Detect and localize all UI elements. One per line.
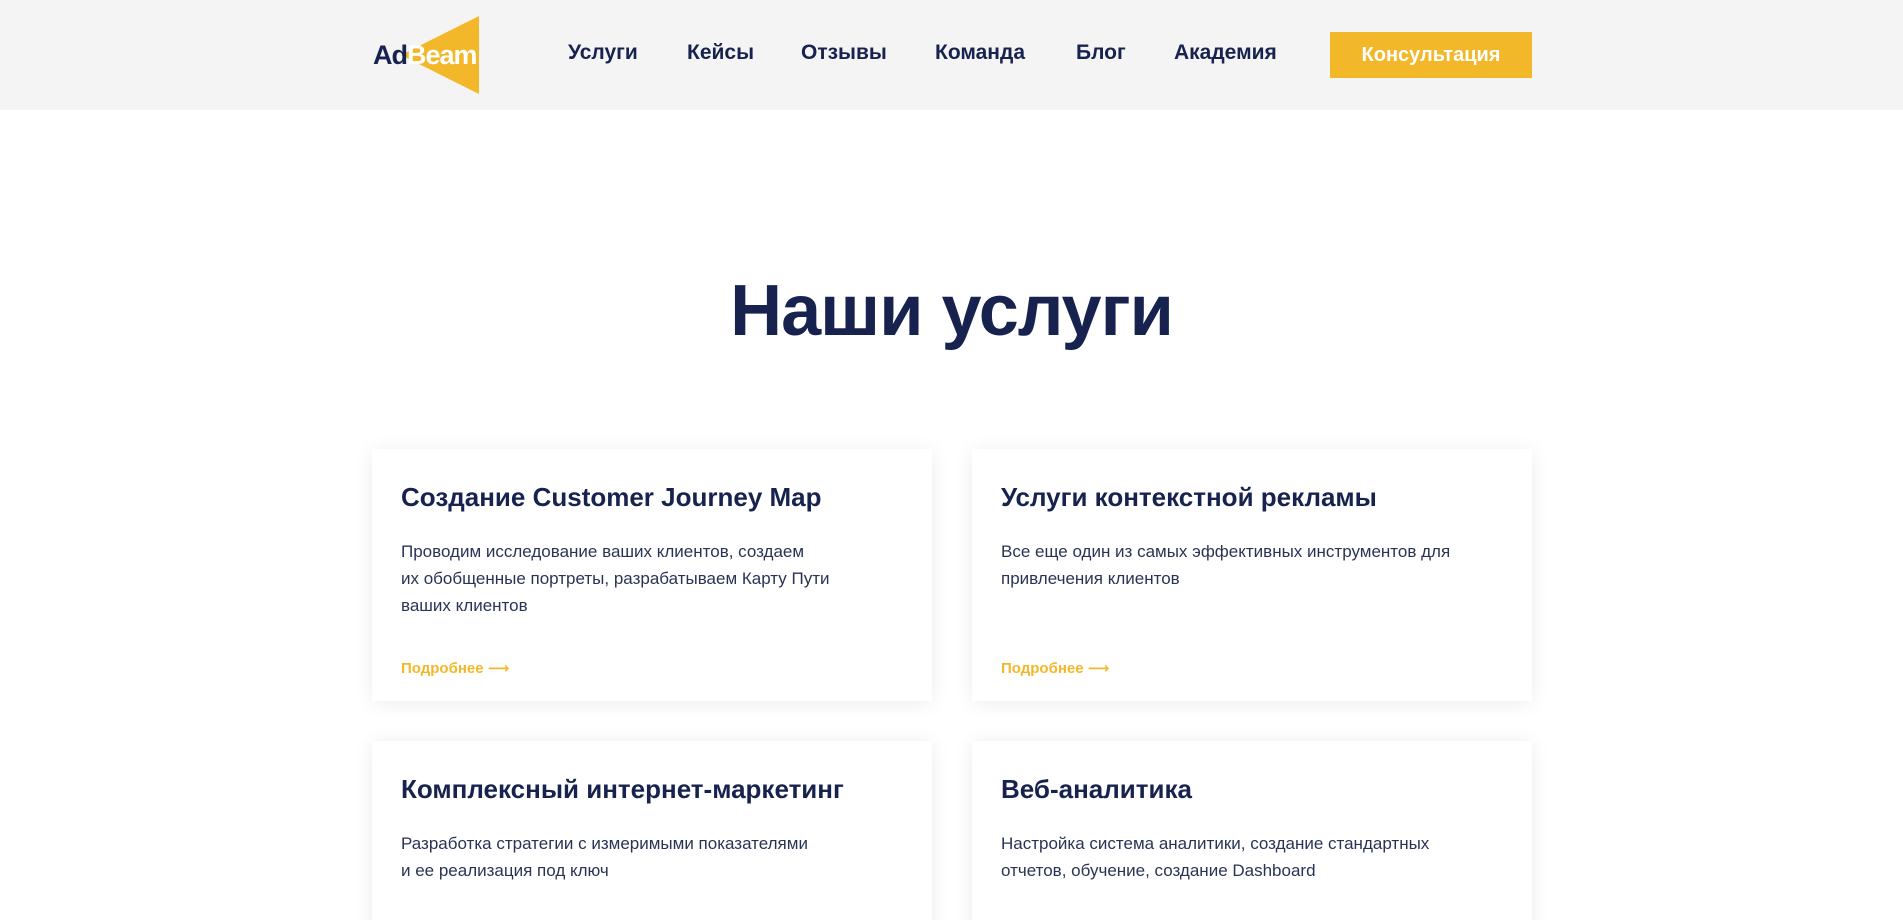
card-description: Все еще один из самых эффективных инстру… xyxy=(1001,542,1451,588)
card-title: Веб-аналитика xyxy=(1001,774,1192,804)
card-more-link[interactable]: Подробнее ⟶ xyxy=(401,659,509,677)
logo-beam: Beam xyxy=(407,40,478,70)
service-card-web-analytics[interactable]: Веб-аналитика Настройка система аналитик… xyxy=(972,741,1532,920)
service-card-context-ads[interactable]: Услуги контекстной рекламы Все еще один … xyxy=(972,449,1532,701)
card-description: Настройка система аналитики, создание ст… xyxy=(1001,834,1430,880)
page-title: Наши услуги xyxy=(730,271,1174,351)
nav-item-blog[interactable]: Блог xyxy=(1076,41,1126,65)
consultation-button[interactable]: Консультация xyxy=(1330,32,1532,78)
logo[interactable]: AdBeam xyxy=(373,16,481,94)
service-card-complex-marketing[interactable]: Комплексный интернет-маркетинг Разработк… xyxy=(372,741,932,920)
nav-item-services[interactable]: Услуги xyxy=(568,41,638,65)
site-header: AdBeam Услуги Кейсы Отзывы Команда Блог … xyxy=(0,0,1903,110)
logo-text: AdBeam xyxy=(373,40,478,71)
card-title: Услуги контекстной рекламы xyxy=(1001,482,1377,512)
service-card-cjm[interactable]: Создание Customer Journey Map Проводим и… xyxy=(372,449,932,701)
nav-item-academy[interactable]: Академия xyxy=(1174,41,1277,65)
card-title: Создание Customer Journey Map xyxy=(401,482,822,512)
nav-item-cases[interactable]: Кейсы xyxy=(687,41,754,65)
card-more-link[interactable]: Подробнее ⟶ xyxy=(1001,659,1109,677)
card-description: Разработка стратегии с измеримыми показа… xyxy=(401,834,808,880)
card-description: Проводим исследование ваших клиентов, со… xyxy=(401,542,830,615)
nav-item-team[interactable]: Команда xyxy=(935,41,1025,65)
nav-item-reviews[interactable]: Отзывы xyxy=(801,41,887,65)
logo-ad: Ad xyxy=(373,40,408,70)
card-title: Комплексный интернет-маркетинг xyxy=(401,774,844,804)
